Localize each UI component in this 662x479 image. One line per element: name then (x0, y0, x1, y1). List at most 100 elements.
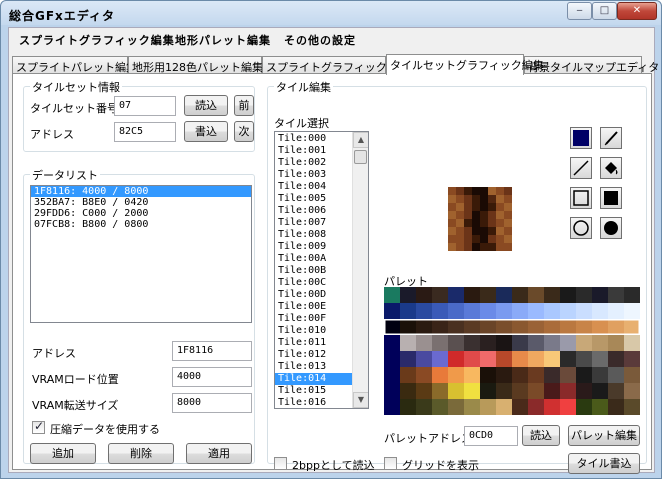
palette-swatch[interactable] (448, 383, 464, 399)
tile-pixel[interactable] (504, 235, 512, 243)
palette-swatch[interactable] (496, 399, 512, 415)
palette-swatch[interactable] (480, 335, 496, 351)
palette-swatch[interactable] (544, 383, 560, 399)
palette-swatch[interactable] (480, 351, 496, 367)
palette-swatch[interactable] (496, 303, 512, 319)
palette-swatch[interactable] (608, 287, 624, 303)
palette-swatch[interactable] (560, 351, 576, 367)
palette-swatch[interactable] (512, 303, 528, 319)
tile-pixel[interactable] (504, 195, 512, 203)
scroll-thumb[interactable] (354, 150, 367, 164)
data-list-item[interactable]: 29FDD6: C000 / 2000 (31, 208, 251, 219)
rectangle-outline-icon[interactable] (570, 187, 592, 209)
palette-swatch[interactable] (576, 351, 592, 367)
palette-swatch[interactable] (512, 351, 528, 367)
palette-swatch[interactable] (496, 351, 512, 367)
tile-list-item[interactable]: Tile:011 (275, 337, 352, 349)
palette-swatch[interactable] (512, 287, 528, 303)
fill-bucket-icon[interactable] (600, 157, 622, 179)
palette-swatch[interactable] (608, 319, 624, 335)
palette-swatch[interactable] (432, 351, 448, 367)
palette-swatch[interactable] (384, 367, 400, 383)
tileset-address-input[interactable]: 82C5 (114, 122, 176, 142)
delete-button[interactable]: 削除 (108, 443, 174, 464)
tile-pixel[interactable] (488, 195, 496, 203)
palette-swatch[interactable] (544, 319, 560, 335)
palette-swatch[interactable] (592, 383, 608, 399)
palette-swatch[interactable] (544, 351, 560, 367)
palette-swatch[interactable] (592, 351, 608, 367)
palette-swatch[interactable] (512, 399, 528, 415)
palette-swatch[interactable] (560, 319, 576, 335)
title-bar[interactable]: 総合GFxエディタ ‒ □ ✕ (1, 1, 661, 27)
palette-swatch[interactable] (432, 383, 448, 399)
palette-swatch[interactable] (512, 367, 528, 383)
tile-pixel[interactable] (472, 211, 480, 219)
tile-pixel[interactable] (464, 219, 472, 227)
tile-pixel[interactable] (464, 227, 472, 235)
tile-list-item[interactable]: Tile:002 (275, 157, 352, 169)
palette-swatch[interactable] (576, 287, 592, 303)
palette-swatch[interactable] (496, 287, 512, 303)
palette-swatch[interactable] (544, 367, 560, 383)
palette-swatch[interactable] (480, 303, 496, 319)
tile-list-item[interactable]: Tile:013 (275, 361, 352, 373)
palette-swatch[interactable] (624, 303, 640, 319)
palette-swatch[interactable] (528, 367, 544, 383)
tile-list-item[interactable]: Tile:012 (275, 349, 352, 361)
tile-pixel[interactable] (456, 227, 464, 235)
tile-pixel[interactable] (488, 227, 496, 235)
palette-swatch[interactable] (416, 399, 432, 415)
palette-swatch[interactable] (624, 335, 640, 351)
palette-swatch[interactable] (624, 287, 640, 303)
tile-pixel[interactable] (480, 195, 488, 203)
tile-pixel[interactable] (488, 243, 496, 251)
palette-swatch[interactable] (528, 319, 544, 335)
tile-pixel[interactable] (456, 203, 464, 211)
close-button[interactable]: ✕ (617, 2, 657, 20)
palette-swatch[interactable] (416, 351, 432, 367)
tile-pixel[interactable] (456, 195, 464, 203)
palette-swatch[interactable] (384, 351, 400, 367)
tile-pixel[interactable] (448, 235, 456, 243)
tile-pixel[interactable] (472, 243, 480, 251)
palette-swatch[interactable] (608, 399, 624, 415)
palette-swatch[interactable] (464, 303, 480, 319)
tile-pixel[interactable] (504, 187, 512, 195)
tile-pixel[interactable] (464, 187, 472, 195)
palette-swatch[interactable] (464, 399, 480, 415)
palette-swatch[interactable] (480, 399, 496, 415)
tile-pixel[interactable] (496, 211, 504, 219)
tile-pixel[interactable] (472, 219, 480, 227)
palette-swatch[interactable] (448, 367, 464, 383)
palette-swatch[interactable] (432, 287, 448, 303)
tile-pixel[interactable] (504, 211, 512, 219)
tile-pixel[interactable] (456, 219, 464, 227)
palette-swatch[interactable] (496, 335, 512, 351)
data-list-item[interactable]: 352BA7: B8E0 / 0420 (31, 197, 251, 208)
tile-pixel[interactable] (456, 243, 464, 251)
tile-list-item[interactable]: Tile:007 (275, 217, 352, 229)
apply-button[interactable]: 適用 (186, 443, 252, 464)
palette-swatch[interactable] (592, 367, 608, 383)
palette-swatch[interactable] (576, 399, 592, 415)
palette-address-input[interactable]: 0CD0 (464, 426, 518, 446)
scroll-down-icon[interactable]: ▼ (353, 392, 368, 408)
palette-edit-button[interactable]: パレット編集 (568, 425, 640, 446)
ellipse-outline-icon[interactable] (570, 217, 592, 239)
tile-list-item[interactable]: Tile:006 (275, 205, 352, 217)
palette-swatch[interactable] (400, 319, 416, 335)
tile-pixel[interactable] (488, 187, 496, 195)
tile-listbox[interactable]: Tile:000 Tile:001 Tile:002 Tile:003 Tile:004… (274, 131, 369, 409)
tileset-write-button[interactable]: 書込 (184, 121, 228, 142)
tab-tileset-graphics[interactable]: タイルセットグラフィック編集 (386, 54, 544, 75)
tile-pixel[interactable] (464, 235, 472, 243)
add-button[interactable]: 追加 (30, 443, 96, 464)
palette-swatch[interactable] (432, 399, 448, 415)
pencil-icon[interactable] (600, 127, 622, 149)
tile-pixel[interactable] (488, 235, 496, 243)
next-button[interactable]: 次 (234, 121, 254, 142)
palette-swatch[interactable] (496, 383, 512, 399)
palette-swatch[interactable] (560, 303, 576, 319)
tile-list-item[interactable]: Tile:004 (275, 181, 352, 193)
